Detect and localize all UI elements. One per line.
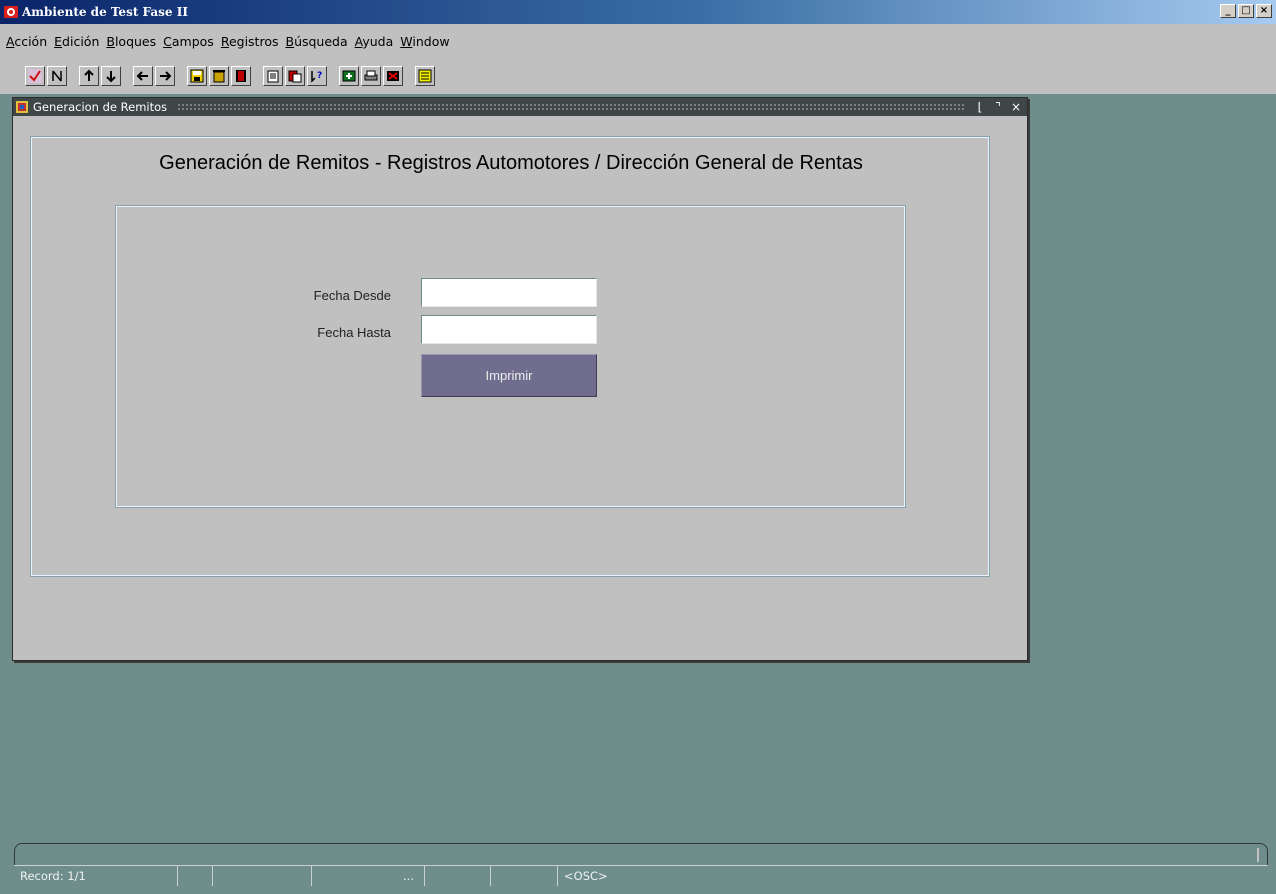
up-arrow-icon [84, 69, 94, 81]
form-window-title: Generacion de Remitos [33, 100, 168, 114]
help-icon: ? [311, 71, 322, 83]
menu-accion[interactable]: Acción [6, 34, 47, 49]
menu-window-label: indow [412, 33, 450, 49]
form-window: Generacion de Remitos ⌊ ⌝ × Generación d… [12, 97, 1028, 661]
menu-busqueda-label: úsqueda [294, 33, 348, 49]
menu-ayuda-label: yuda [362, 33, 394, 49]
minimize-button[interactable]: _ [1220, 4, 1236, 18]
insert-record-icon [342, 70, 356, 82]
form-outer-frame: Generación de Remitos - Registros Automo… [30, 136, 990, 577]
form-window-controls: ⌊ ⌝ × [975, 100, 1027, 114]
form-heading: Generación de Remitos - Registros Automo… [159, 152, 863, 174]
list-icon [418, 69, 432, 83]
status-bar: Record: 1/1 ... <OSC> [14, 865, 1268, 886]
menu-accion-label: cción [14, 33, 48, 49]
menu-ayuda[interactable]: Ayuda [355, 34, 394, 49]
status-cell-5 [425, 866, 491, 886]
menu-bloques-label: loques [114, 33, 157, 49]
form-close-button[interactable]: × [1011, 100, 1021, 114]
menu-campos-mnemonic: C [163, 33, 172, 49]
exit-button[interactable] [231, 66, 251, 86]
previous-block-button[interactable] [79, 66, 99, 86]
status-cell-4: ... [312, 866, 425, 886]
next-record-button[interactable] [155, 66, 175, 86]
status-mode: <OSC> [564, 869, 608, 883]
menu-campos-label: ampos [171, 33, 214, 49]
menu-registros[interactable]: Registros [221, 34, 279, 49]
down-arrow-icon [106, 71, 116, 83]
form-minimize-button[interactable]: ⌊ [975, 100, 985, 114]
toolbar: ? [0, 58, 1276, 94]
save-button[interactable] [187, 66, 207, 86]
status-cell-6 [491, 866, 558, 886]
delete-record-icon [387, 71, 399, 81]
menu-busqueda[interactable]: Búsqueda [285, 34, 347, 49]
menu-campos[interactable]: Campos [163, 34, 214, 49]
form-maximize-button[interactable]: ⌝ [993, 100, 1003, 114]
next-block-button[interactable] [101, 66, 121, 86]
print-button[interactable] [361, 66, 381, 86]
app-window-controls: _ □ × [1220, 4, 1272, 18]
left-arrow-icon [136, 71, 148, 81]
menu-window-mnemonic: W [400, 33, 413, 49]
menu-edicion-label: dición [62, 33, 100, 49]
status-message-line [14, 843, 1268, 865]
delete-record-button[interactable] [383, 66, 403, 86]
save-icon [190, 69, 204, 83]
status-message-separator [1257, 848, 1259, 862]
cancel-query-icon [52, 70, 62, 82]
fecha-desde-label: Fecha Desde [313, 288, 391, 303]
status-cell-3 [213, 866, 312, 886]
menu-bar: Acción Edición Bloques Campos Registros … [0, 24, 1276, 58]
menu-registros-mnemonic: R [220, 33, 229, 49]
menu-window[interactable]: Window [400, 34, 449, 49]
menu-bloques-mnemonic: B [106, 33, 115, 49]
app-titlebar: Ambiente de Test Fase II _ □ × [0, 0, 1276, 24]
copy-icon [267, 70, 279, 83]
fecha-hasta-label: Fecha Hasta [317, 325, 391, 340]
menu-edicion[interactable]: Edición [54, 34, 99, 49]
status-record-count: Record: 1/1 [14, 866, 178, 886]
svg-text:?: ? [317, 71, 322, 81]
accept-button[interactable] [25, 66, 45, 86]
close-button[interactable]: × [1256, 4, 1272, 18]
maximize-button[interactable]: □ [1238, 4, 1254, 18]
accept-icon [28, 69, 42, 83]
insert-record-button[interactable] [339, 66, 359, 86]
cancel-query-button[interactable] [47, 66, 67, 86]
list-button[interactable] [415, 66, 435, 86]
app-logo-icon [4, 6, 18, 18]
app-title: Ambiente de Test Fase II [22, 5, 188, 19]
fecha-desde-input[interactable] [421, 278, 597, 307]
menu-edicion-mnemonic: E [54, 33, 63, 49]
exit-icon [236, 70, 246, 82]
imprimir-button[interactable]: Imprimir [421, 354, 597, 397]
paste-button[interactable] [285, 66, 305, 86]
form-window-icon [16, 101, 28, 113]
status-cell-2 [178, 866, 213, 886]
form-inner-frame: Fecha Desde Fecha Hasta Imprimir [115, 205, 906, 508]
menu-busqueda-mnemonic: B [285, 33, 295, 49]
clear-button[interactable] [209, 66, 229, 86]
menu-registros-label: egistros [228, 33, 279, 49]
fecha-hasta-input[interactable] [421, 315, 597, 344]
print-icon [364, 70, 378, 81]
help-button[interactable]: ? [307, 66, 327, 86]
right-arrow-icon [160, 71, 172, 81]
previous-record-button[interactable] [133, 66, 153, 86]
copy-button[interactable] [263, 66, 283, 86]
form-window-titlebar[interactable]: Generacion de Remitos ⌊ ⌝ × [13, 98, 1027, 116]
menu-bloques[interactable]: Bloques [106, 34, 156, 49]
titlebar-pattern [177, 103, 965, 111]
trash-icon [213, 70, 225, 83]
paste-icon [288, 70, 302, 83]
